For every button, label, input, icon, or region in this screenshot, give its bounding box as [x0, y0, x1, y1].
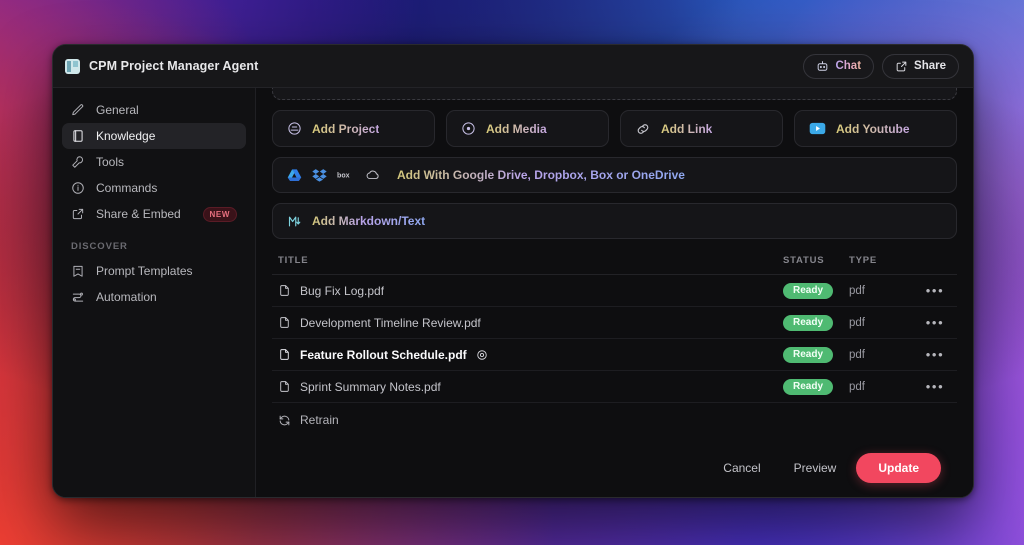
add-cloud-storage-label: Add With Google Drive, Dropbox, Box or O… — [397, 168, 685, 182]
bookmark-icon — [71, 264, 85, 278]
status-badge: Ready — [783, 347, 833, 363]
sidebar-item-label: Tools — [96, 155, 124, 169]
add-project-label: Add Project — [312, 122, 379, 136]
app-window: CPM Project Manager Agent Chat — [52, 44, 974, 498]
row-menu-button[interactable]: ••• — [915, 315, 955, 330]
footer-actions: Cancel Preview Update — [272, 445, 957, 497]
sidebar-item-commands[interactable]: Commands — [62, 175, 246, 201]
row-menu-button[interactable]: ••• — [915, 283, 955, 298]
sidebar-item-label: Automation — [96, 290, 157, 304]
wrench-icon — [71, 155, 85, 169]
file-dropzone[interactable] — [272, 88, 957, 100]
preview-button[interactable]: Preview — [781, 453, 850, 483]
file-name: Sprint Summary Notes.pdf — [300, 380, 441, 394]
file-name: Bug Fix Log.pdf — [300, 284, 384, 298]
view-icon[interactable] — [476, 349, 488, 361]
automation-icon — [71, 290, 85, 304]
add-youtube-button[interactable]: Add Youtube — [794, 110, 957, 147]
window-body: General Knowledge Tools — [53, 88, 973, 497]
add-markdown-button[interactable]: Add Markdown/Text — [272, 203, 957, 239]
sidebar-item-automation[interactable]: Automation — [62, 284, 246, 310]
table-row[interactable]: Bug Fix Log.pdf Ready pdf ••• — [272, 275, 957, 307]
row-menu-button[interactable]: ••• — [915, 379, 955, 394]
sidebar-item-label: Knowledge — [96, 129, 155, 143]
add-cloud-storage-button[interactable]: box Add With Google Drive, Dropbox, Box … — [272, 157, 957, 193]
share-button-label: Share — [914, 60, 946, 72]
add-project-button[interactable]: Add Project — [272, 110, 435, 147]
add-link-label: Add Link — [661, 122, 712, 136]
retrain-button[interactable]: Retrain — [272, 403, 957, 437]
media-circle-icon — [461, 121, 476, 136]
book-icon — [71, 129, 85, 143]
titlebar-actions: Chat Share — [803, 54, 959, 79]
file-type: pdf — [849, 381, 915, 393]
main-panel: Add Project Add Media — [255, 88, 973, 497]
file-name: Development Timeline Review.pdf — [300, 316, 481, 330]
image-thumbnail-icon — [65, 59, 80, 74]
status-badge: Ready — [783, 283, 833, 299]
file-icon — [278, 284, 291, 297]
sidebar-section-label: DISCOVER — [62, 241, 246, 252]
file-type: pdf — [849, 317, 915, 329]
table-row[interactable]: Feature Rollout Schedule.pdf Ready pdf •… — [272, 339, 957, 371]
file-name: Feature Rollout Schedule.pdf — [300, 348, 467, 362]
page-title: CPM Project Manager Agent — [89, 59, 258, 73]
refresh-icon — [278, 414, 291, 427]
add-link-button[interactable]: Add Link — [620, 110, 783, 147]
chat-button[interactable]: Chat — [803, 54, 874, 79]
window-titlebar: CPM Project Manager Agent Chat — [53, 45, 973, 88]
project-circle-icon — [287, 121, 302, 136]
table-header: TITLE STATUS TYPE — [272, 255, 957, 275]
chat-button-label: Chat — [835, 60, 861, 72]
onedrive-icon — [365, 169, 382, 182]
table-row[interactable]: Development Timeline Review.pdf Ready pd… — [272, 307, 957, 339]
file-type: pdf — [849, 349, 915, 361]
sidebar-item-prompt-templates[interactable]: Prompt Templates — [62, 258, 246, 284]
robot-icon — [816, 60, 829, 73]
sidebar-item-knowledge[interactable]: Knowledge — [62, 123, 246, 149]
file-icon — [278, 348, 291, 361]
info-icon — [71, 181, 85, 195]
file-icon — [278, 380, 291, 393]
add-sources-row: Add Project Add Media — [272, 110, 957, 147]
sidebar-item-label: General — [96, 103, 139, 117]
table-row[interactable]: Sprint Summary Notes.pdf Ready pdf ••• — [272, 371, 957, 403]
link-icon — [635, 121, 651, 137]
google-drive-icon — [287, 168, 302, 182]
cancel-button[interactable]: Cancel — [710, 453, 773, 483]
main-scroll-area[interactable]: Add Project Add Media — [272, 88, 957, 445]
dropbox-icon — [312, 168, 327, 182]
status-badge: Ready — [783, 379, 833, 395]
add-media-label: Add Media — [486, 122, 547, 136]
retrain-label: Retrain — [300, 413, 339, 427]
column-header-type: TYPE — [849, 255, 915, 266]
sidebar-item-tools[interactable]: Tools — [62, 149, 246, 175]
share-arrow-icon — [71, 207, 85, 221]
sidebar-item-label: Share & Embed — [96, 207, 181, 221]
column-header-title: TITLE — [278, 255, 783, 266]
column-header-status: STATUS — [783, 255, 849, 266]
update-button[interactable]: Update — [856, 453, 941, 483]
share-button[interactable]: Share — [882, 54, 959, 79]
sidebar-item-share-embed[interactable]: Share & Embed NEW — [62, 201, 246, 227]
pencil-icon — [71, 103, 85, 117]
sidebar-item-general[interactable]: General — [62, 97, 246, 123]
youtube-icon — [809, 122, 826, 135]
status-badge: Ready — [783, 315, 833, 331]
sidebar: General Knowledge Tools — [53, 88, 255, 497]
markdown-icon — [287, 214, 302, 229]
file-type: pdf — [849, 285, 915, 297]
row-menu-button[interactable]: ••• — [915, 347, 955, 362]
knowledge-files-table: TITLE STATUS TYPE — [272, 255, 957, 437]
share-arrow-icon — [895, 60, 908, 73]
sidebar-item-label: Prompt Templates — [96, 264, 193, 278]
status-badge: NEW — [203, 207, 237, 222]
svg-text:box: box — [337, 173, 350, 180]
box-icon: box — [337, 169, 355, 181]
file-icon — [278, 316, 291, 329]
add-youtube-label: Add Youtube — [836, 122, 910, 136]
add-markdown-label: Add Markdown/Text — [312, 214, 425, 228]
add-media-button[interactable]: Add Media — [446, 110, 609, 147]
sidebar-item-label: Commands — [96, 181, 157, 195]
